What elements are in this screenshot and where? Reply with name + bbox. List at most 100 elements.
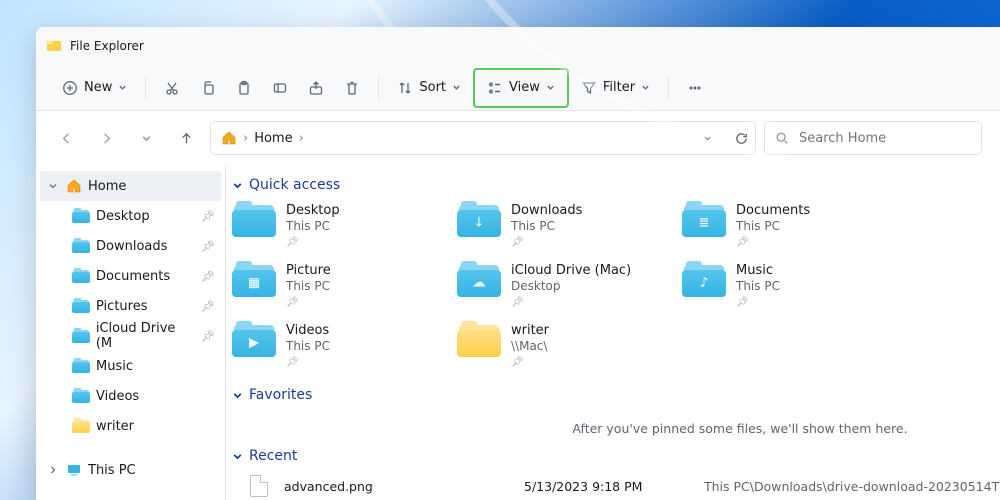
quick-access-item[interactable]: Desktop This PC 📌︎ bbox=[230, 201, 455, 261]
item-location: This PC bbox=[286, 279, 331, 293]
sidebar-item-label: Downloads bbox=[96, 239, 167, 254]
titlebar: File Explorer bbox=[36, 27, 1000, 65]
quick-access-item[interactable]: ↓ Downloads This PC 📌︎ bbox=[455, 201, 680, 261]
item-location: Desktop bbox=[511, 279, 631, 293]
section-recent[interactable]: Recent bbox=[232, 448, 1000, 464]
view-button[interactable]: View bbox=[477, 72, 565, 104]
breadcrumb-separator: › bbox=[299, 131, 304, 146]
chevron-down-icon bbox=[641, 83, 650, 92]
pin-icon: 📌︎ bbox=[286, 237, 340, 248]
app-icon bbox=[46, 38, 62, 54]
folder-icon bbox=[72, 299, 90, 313]
folder-icon bbox=[232, 203, 276, 237]
sidebar-item-icloud-drive-mac-[interactable]: iCloud Drive (M 📌︎ bbox=[40, 321, 221, 351]
window-title: File Explorer bbox=[70, 39, 144, 53]
sidebar: Home Desktop 📌︎ Downloads 📌︎ Documents 📌… bbox=[36, 165, 226, 500]
nav-row: › Home › bbox=[36, 111, 1000, 165]
new-button[interactable]: New bbox=[54, 73, 135, 103]
folder-icon bbox=[457, 323, 501, 357]
pin-icon: 📌︎ bbox=[201, 300, 215, 313]
chevron-down-icon bbox=[232, 390, 243, 401]
sidebar-item-label: Music bbox=[96, 359, 133, 374]
item-name: Music bbox=[736, 263, 780, 278]
toolbar: New Sort View Filter bbox=[36, 65, 1000, 111]
item-name: Documents bbox=[736, 203, 810, 218]
folder-icon bbox=[72, 209, 90, 223]
item-name: writer bbox=[511, 323, 549, 338]
pin-icon: 📌︎ bbox=[201, 240, 215, 253]
address-history-dropdown[interactable] bbox=[703, 134, 712, 143]
item-name: Picture bbox=[286, 263, 331, 278]
folder-icon: ♪ bbox=[682, 263, 726, 297]
cut-button[interactable] bbox=[156, 73, 188, 103]
sidebar-item-writer[interactable]: writer bbox=[40, 411, 221, 441]
pin-icon: 📌︎ bbox=[511, 237, 582, 248]
quick-access-item[interactable]: ≣ Documents This PC 📌︎ bbox=[680, 201, 905, 261]
item-location: This PC bbox=[286, 339, 330, 353]
refresh-button[interactable] bbox=[734, 131, 749, 146]
search-box[interactable] bbox=[764, 121, 982, 155]
favorites-empty-hint: After you've pinned some files, we'll sh… bbox=[230, 411, 1000, 442]
sidebar-item-downloads[interactable]: Downloads 📌︎ bbox=[40, 231, 221, 261]
item-name: advanced.png bbox=[284, 479, 524, 494]
nav-up[interactable] bbox=[170, 122, 202, 154]
pin-icon: 📌︎ bbox=[736, 297, 780, 308]
item-name: Videos bbox=[286, 323, 330, 338]
pin-icon: 📌︎ bbox=[201, 270, 215, 283]
delete-button[interactable] bbox=[336, 73, 368, 103]
section-favorites[interactable]: Favorites bbox=[232, 387, 1000, 403]
copy-button[interactable] bbox=[192, 73, 224, 103]
monitor-icon bbox=[66, 462, 82, 478]
file-explorer-window: File Explorer New Sort View bbox=[36, 27, 1000, 500]
nav-back[interactable] bbox=[50, 122, 82, 154]
paste-button[interactable] bbox=[228, 73, 260, 103]
quick-access-item[interactable]: ▦ Picture This PC 📌︎ bbox=[230, 261, 455, 321]
folder-icon bbox=[72, 419, 90, 433]
chevron-down-icon bbox=[452, 83, 461, 92]
search-icon bbox=[775, 131, 789, 145]
sidebar-item-label: Pictures bbox=[96, 299, 147, 314]
sidebar-item-label: Videos bbox=[96, 389, 139, 404]
folder-icon bbox=[72, 329, 90, 343]
sidebar-item-label: Documents bbox=[96, 269, 170, 284]
chevron-down-icon bbox=[232, 451, 243, 462]
sidebar-item-music[interactable]: Music bbox=[40, 351, 221, 381]
sidebar-item-documents[interactable]: Documents 📌︎ bbox=[40, 261, 221, 291]
nav-recent-dropdown[interactable] bbox=[130, 122, 162, 154]
item-path: This PC\Downloads\drive-download-2023051… bbox=[704, 479, 1000, 494]
nav-forward[interactable] bbox=[90, 122, 122, 154]
sidebar-item-desktop[interactable]: Desktop 📌︎ bbox=[40, 201, 221, 231]
item-date: 5/13/2023 9:18 PM bbox=[524, 479, 704, 494]
chevron-down-icon bbox=[546, 83, 555, 92]
content-pane: Quick access Desktop This PC 📌︎ ↓ Downlo… bbox=[226, 165, 1000, 500]
share-button[interactable] bbox=[300, 73, 332, 103]
breadcrumb-separator: › bbox=[243, 131, 248, 146]
filter-button[interactable]: Filter bbox=[573, 73, 658, 103]
section-quick-access[interactable]: Quick access bbox=[232, 177, 1000, 193]
rename-button[interactable] bbox=[264, 73, 296, 103]
item-location: This PC bbox=[286, 219, 340, 233]
pin-icon: 📌︎ bbox=[511, 357, 549, 368]
quick-access-item[interactable]: ▶ Videos This PC 📌︎ bbox=[230, 321, 455, 381]
home-icon bbox=[66, 178, 82, 194]
sidebar-item-home[interactable]: Home bbox=[40, 171, 221, 201]
quick-access-item[interactable]: ☁ iCloud Drive (Mac) Desktop 📌︎ bbox=[455, 261, 680, 321]
more-button[interactable] bbox=[679, 73, 711, 103]
sidebar-item-label: Desktop bbox=[96, 209, 150, 224]
address-bar[interactable]: › Home › bbox=[210, 121, 756, 155]
sort-button[interactable]: Sort bbox=[389, 73, 469, 103]
recent-item[interactable]: advanced.png 5/13/2023 9:18 PM This PC\D… bbox=[230, 472, 1000, 500]
sidebar-item-this-pc[interactable]: This PC bbox=[40, 455, 221, 485]
quick-access-item[interactable]: ♪ Music This PC 📌︎ bbox=[680, 261, 905, 321]
search-input[interactable] bbox=[797, 130, 971, 147]
sidebar-item-videos[interactable]: Videos bbox=[40, 381, 221, 411]
folder-icon: ▶ bbox=[232, 323, 276, 357]
chevron-down-icon bbox=[118, 83, 127, 92]
pin-icon: 📌︎ bbox=[201, 210, 215, 223]
pin-icon: 📌︎ bbox=[736, 237, 810, 248]
sidebar-item-pictures[interactable]: Pictures 📌︎ bbox=[40, 291, 221, 321]
breadcrumb-home[interactable]: Home bbox=[254, 131, 292, 146]
quick-access-item[interactable]: writer \\Mac\ 📌︎ bbox=[455, 321, 680, 381]
folder-icon: ≣ bbox=[682, 203, 726, 237]
sidebar-item-label: Home bbox=[88, 179, 126, 194]
